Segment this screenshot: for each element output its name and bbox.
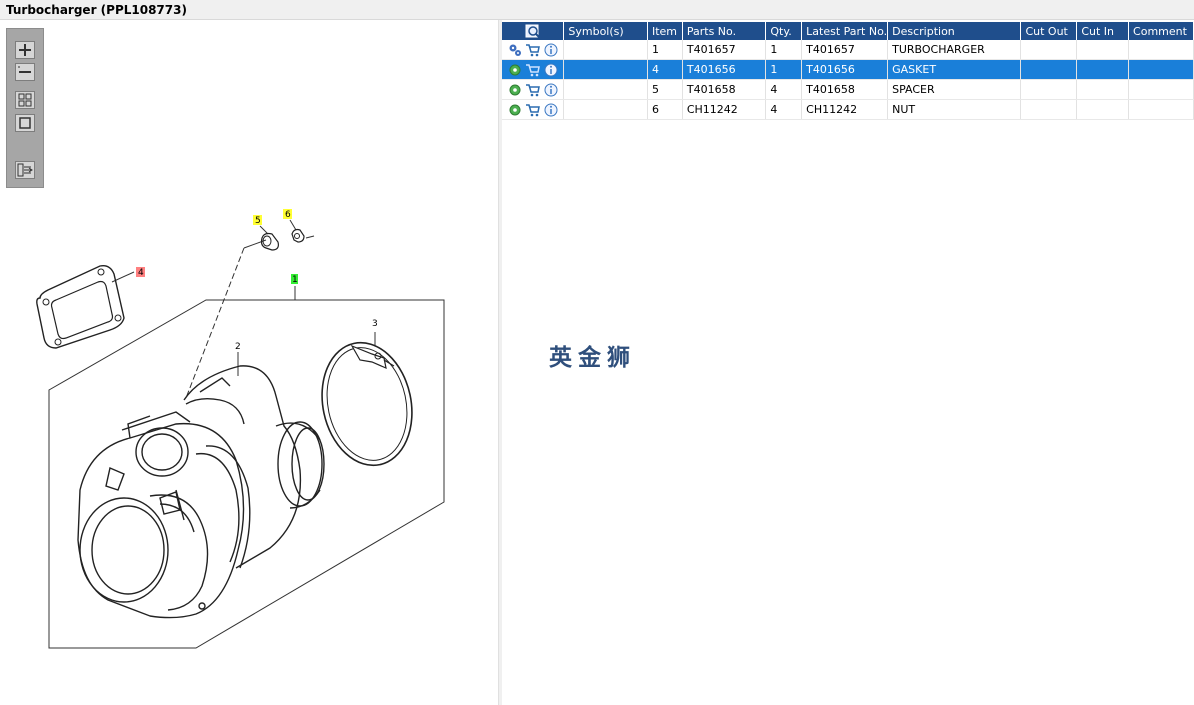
cell-part-no: T401656 [682, 59, 767, 80]
window-title: Turbocharger (PPL108773) [6, 3, 187, 17]
nut-part[interactable] [291, 228, 305, 243]
callout-5[interactable]: 5 [253, 215, 262, 226]
cell-cut-out [1020, 59, 1078, 80]
exploded-diagram: 5 6 4 1 3 2 [36, 209, 445, 649]
info-icon[interactable] [544, 43, 558, 57]
cell-cut-in [1076, 59, 1130, 80]
callout-1[interactable]: 1 [291, 274, 298, 285]
info-icon[interactable] [544, 83, 558, 97]
cell-qty: 4 [765, 99, 803, 120]
svg-text:5: 5 [255, 216, 261, 226]
column-header-find[interactable] [502, 22, 565, 40]
cell-part-no: T401658 [682, 79, 767, 100]
cell-description: TURBOCHARGER [887, 40, 1022, 60]
cell-cut-out [1020, 79, 1078, 100]
cell-qty: 1 [765, 59, 803, 80]
cell-item: 6 [647, 99, 683, 120]
cell-description: GASKET [887, 59, 1022, 80]
diagram-pane[interactable]: 5 6 4 1 3 2 [0, 20, 498, 705]
table-row[interactable]: 5 T401658 4 T401658 SPACER [502, 79, 1194, 100]
callout-4[interactable]: 4 [136, 267, 145, 278]
column-header-description[interactable]: Description [887, 22, 1022, 40]
row-actions [502, 59, 565, 80]
info-icon[interactable] [544, 103, 558, 117]
parts-table: Symbol(s) Item Parts No. Qty. Latest Par… [502, 22, 1194, 120]
row-actions [502, 40, 565, 60]
info-icon[interactable] [544, 63, 558, 77]
cell-item: 4 [647, 59, 683, 80]
spacer-part[interactable] [260, 232, 279, 251]
cell-latest: T401658 [801, 79, 889, 100]
svg-text:6: 6 [285, 210, 291, 220]
column-header-cut-out[interactable]: Cut Out [1020, 22, 1078, 40]
svg-text:1: 1 [292, 275, 298, 285]
callout-3[interactable]: 3 [372, 319, 378, 329]
cell-latest: T401657 [801, 40, 889, 60]
cell-comment [1128, 79, 1194, 100]
part-gear-icon[interactable] [508, 83, 522, 97]
cart-icon[interactable] [525, 43, 541, 57]
table-header: Symbol(s) Item Parts No. Qty. Latest Par… [502, 22, 1194, 40]
svg-text:3: 3 [372, 319, 378, 329]
cell-cut-out [1020, 99, 1078, 120]
assembly-gears-icon[interactable] [508, 43, 522, 57]
gasket-part[interactable] [36, 264, 125, 349]
cell-comment [1128, 99, 1194, 120]
cell-symbols [563, 79, 648, 100]
row-actions [502, 99, 565, 120]
column-header-parts-no[interactable]: Parts No. [682, 22, 767, 40]
find-icon [525, 24, 540, 38]
cell-cut-in [1076, 79, 1130, 100]
column-header-cut-in[interactable]: Cut In [1076, 22, 1130, 40]
watermark-text: 英金狮 [549, 345, 636, 371]
column-header-qty[interactable]: Qty. [765, 22, 803, 40]
column-header-comment[interactable]: Comment [1128, 22, 1194, 40]
part-gear-icon[interactable] [508, 103, 522, 117]
cell-symbols [563, 40, 648, 60]
cell-cut-in [1076, 99, 1130, 120]
cell-comment [1128, 59, 1194, 80]
cell-qty: 4 [765, 79, 803, 100]
part-gear-icon[interactable] [508, 63, 522, 77]
cell-item: 5 [647, 79, 683, 100]
parts-list-pane: Symbol(s) Item Parts No. Qty. Latest Par… [502, 20, 1194, 705]
cell-latest: T401656 [801, 59, 889, 80]
cell-qty: 1 [765, 40, 803, 60]
cell-symbols [563, 99, 648, 120]
cell-part-no: CH11242 [682, 99, 767, 120]
cell-description: SPACER [887, 79, 1022, 100]
column-header-item[interactable]: Item [647, 22, 683, 40]
cart-icon[interactable] [525, 83, 541, 97]
table-row[interactable]: 4 T401656 1 T401656 GASKET [502, 59, 1194, 80]
cell-cut-out [1020, 40, 1078, 60]
svg-text:2: 2 [235, 342, 241, 352]
cell-part-no: T401657 [682, 40, 767, 60]
clamp-part[interactable] [311, 334, 423, 474]
cell-symbols [563, 59, 648, 80]
row-actions [502, 79, 565, 100]
cart-icon[interactable] [525, 103, 541, 117]
cell-description: NUT [887, 99, 1022, 120]
cell-comment [1128, 40, 1194, 60]
cell-latest: CH11242 [801, 99, 889, 120]
table-row[interactable]: 1 T401657 1 T401657 TURBOCHARGER [502, 40, 1194, 60]
cell-item: 1 [647, 40, 683, 60]
callout-2[interactable]: 2 [235, 342, 241, 352]
title-bar: Turbocharger (PPL108773) [0, 0, 1194, 20]
svg-text:4: 4 [138, 268, 144, 278]
cart-icon[interactable] [525, 63, 541, 77]
column-header-symbols[interactable]: Symbol(s) [563, 22, 648, 40]
turbocharger-part[interactable] [77, 365, 325, 619]
column-header-latest-part-no[interactable]: Latest Part No. [801, 22, 889, 40]
cell-cut-in [1076, 40, 1130, 60]
callout-6[interactable]: 6 [283, 209, 292, 220]
table-row[interactable]: 6 CH11242 4 CH11242 NUT [502, 99, 1194, 120]
